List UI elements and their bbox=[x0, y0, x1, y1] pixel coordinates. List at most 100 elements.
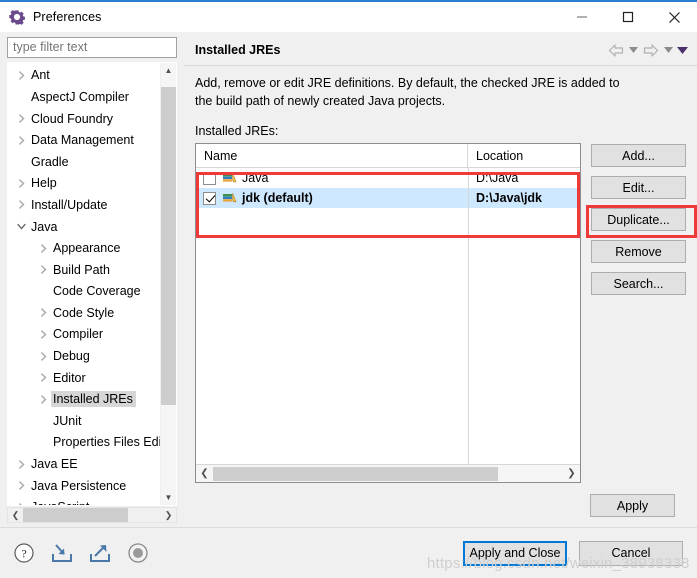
maximize-button[interactable] bbox=[605, 2, 651, 32]
sidebar-item-junit[interactable]: JUnit bbox=[8, 410, 160, 432]
sidebar-item-installed-jres[interactable]: Installed JREs bbox=[8, 388, 160, 410]
sidebar-item-label: AspectJ Compiler bbox=[31, 89, 129, 104]
apply-button[interactable]: Apply bbox=[590, 494, 675, 517]
jre-name-label: Java bbox=[242, 171, 269, 185]
sidebar-item-label: Build Path bbox=[53, 262, 110, 277]
table-row[interactable]: jdk (default) D:\Java\jdk bbox=[196, 188, 580, 208]
sidebar-item-code-coverage[interactable]: Code Coverage bbox=[8, 280, 160, 302]
preference-page: Installed JREs Add, remove or edit JRE d… bbox=[182, 32, 697, 527]
chevron-right-icon[interactable] bbox=[14, 179, 29, 188]
table-hscroll-left-icon[interactable]: ❮ bbox=[196, 466, 213, 482]
chevron-right-icon[interactable] bbox=[36, 265, 51, 274]
svg-text:?: ? bbox=[21, 547, 26, 561]
table-hscroll-track[interactable] bbox=[213, 466, 563, 482]
sidebar-item-compiler[interactable]: Compiler bbox=[8, 324, 160, 346]
sidebar-item-help[interactable]: Help bbox=[8, 173, 160, 195]
preferences-dialog: Preferences type filter text Ant AspectJ … bbox=[0, 0, 697, 578]
back-arrow-icon[interactable] bbox=[606, 40, 625, 60]
forward-history-chevron-down-icon[interactable] bbox=[662, 40, 674, 60]
search-button[interactable]: Search... bbox=[591, 272, 686, 295]
export-icon[interactable] bbox=[88, 541, 112, 565]
cell-location: D:\Java\jdk bbox=[476, 191, 543, 205]
jre-table: Name Location Java D:\Java jdk (default) D:… bbox=[195, 143, 581, 483]
page-title: Installed JREs bbox=[195, 43, 281, 57]
hscroll-left-icon[interactable]: ❮ bbox=[8, 508, 23, 522]
sidebar-hscroll-track[interactable] bbox=[23, 508, 161, 522]
chevron-right-icon[interactable] bbox=[14, 200, 29, 210]
page-header: Installed JREs bbox=[184, 35, 697, 66]
sidebar-horizontal-scrollbar[interactable]: ❮ ❯ bbox=[7, 507, 177, 523]
chevron-right-icon[interactable] bbox=[36, 243, 51, 253]
sidebar-item-ant[interactable]: Ant bbox=[8, 65, 160, 87]
add-button[interactable]: Add... bbox=[591, 144, 686, 167]
column-header-name[interactable]: Name bbox=[196, 144, 468, 167]
forward-arrow-icon[interactable] bbox=[641, 40, 660, 60]
sidebar-item-build-path[interactable]: Build Path bbox=[8, 259, 160, 281]
back-history-chevron-down-icon[interactable] bbox=[627, 40, 639, 60]
chevron-right-icon[interactable] bbox=[36, 308, 51, 318]
chevron-right-icon[interactable] bbox=[36, 395, 51, 404]
table-row[interactable]: Java D:\Java bbox=[196, 168, 580, 188]
sidebar-item-appearance[interactable]: Appearance bbox=[8, 237, 160, 259]
import-icon[interactable] bbox=[50, 541, 74, 565]
chevron-right-icon[interactable] bbox=[14, 459, 29, 469]
sidebar-hscroll-thumb[interactable] bbox=[23, 508, 128, 522]
sidebar-item-properties-files-edi[interactable]: Properties Files Edi bbox=[8, 432, 160, 454]
sidebar-item-java-persistence[interactable]: Java Persistence bbox=[8, 475, 160, 497]
preferences-sidebar: type filter text Ant AspectJ Compiler Clou… bbox=[0, 32, 182, 527]
chevron-right-icon[interactable] bbox=[14, 114, 29, 123]
jre-checkbox[interactable] bbox=[203, 191, 216, 205]
sidebar-item-javascript[interactable]: JavaScript bbox=[8, 496, 160, 505]
sidebar-item-install-update[interactable]: Install/Update bbox=[8, 194, 160, 216]
help-icon[interactable]: ? bbox=[12, 541, 36, 565]
table-hscroll-thumb[interactable] bbox=[213, 466, 498, 481]
sidebar-item-label: JUnit bbox=[53, 413, 82, 428]
chevron-right-icon[interactable] bbox=[36, 373, 51, 382]
table-header-row: Name Location bbox=[196, 144, 580, 168]
sidebar-item-cloud-foundry[interactable]: Cloud Foundry bbox=[8, 108, 160, 130]
page-navigation bbox=[606, 40, 697, 60]
close-button[interactable] bbox=[651, 2, 697, 32]
duplicate-button[interactable]: Duplicate... bbox=[591, 208, 686, 231]
scroll-up-icon[interactable]: ▲ bbox=[161, 63, 176, 79]
sidebar-item-debug[interactable]: Debug bbox=[8, 345, 160, 367]
chevron-down-icon[interactable] bbox=[14, 222, 29, 231]
chevron-right-icon[interactable] bbox=[36, 330, 51, 339]
sidebar-item-aspectj-compiler[interactable]: AspectJ Compiler bbox=[8, 86, 160, 108]
scroll-down-icon[interactable]: ▼ bbox=[161, 489, 176, 505]
sidebar-vertical-scrollbar[interactable]: ▲ ▼ bbox=[160, 62, 176, 505]
chevron-right-icon[interactable] bbox=[14, 71, 29, 80]
column-header-location[interactable]: Location bbox=[468, 144, 580, 167]
chevron-right-icon[interactable] bbox=[14, 481, 29, 490]
column-divider bbox=[468, 168, 469, 464]
search-input[interactable]: type filter text bbox=[7, 37, 177, 58]
sidebar-item-java[interactable]: Java bbox=[8, 216, 160, 238]
table-hscroll-right-icon[interactable]: ❯ bbox=[563, 466, 580, 482]
sidebar-item-label: JavaScript bbox=[29, 499, 92, 505]
sidebar-item-java-ee[interactable]: Java EE bbox=[8, 453, 160, 475]
remove-button[interactable]: Remove bbox=[591, 240, 686, 263]
sidebar-scroll-thumb[interactable] bbox=[161, 86, 176, 405]
jre-checkbox[interactable] bbox=[203, 171, 216, 185]
chevron-right-icon[interactable] bbox=[14, 503, 29, 505]
hscroll-right-icon[interactable]: ❯ bbox=[161, 508, 176, 522]
sidebar-item-gradle[interactable]: Gradle bbox=[8, 151, 160, 173]
page-description: Add, remove or edit JRE definitions. By … bbox=[195, 76, 620, 108]
sidebar-item-label: Properties Files Edi bbox=[53, 435, 160, 450]
sidebar-item-label: Appearance bbox=[53, 241, 121, 256]
table-horizontal-scrollbar[interactable]: ❮ ❯ bbox=[196, 464, 580, 482]
record-icon[interactable] bbox=[126, 541, 150, 565]
edit-button[interactable]: Edit... bbox=[591, 176, 686, 199]
sidebar-item-label: Cloud Foundry bbox=[31, 111, 113, 126]
sidebar-item-editor[interactable]: Editor bbox=[8, 367, 160, 389]
sidebar-scroll-track[interactable] bbox=[161, 79, 176, 489]
jre-icon bbox=[222, 191, 242, 205]
chevron-right-icon[interactable] bbox=[36, 351, 51, 361]
minimize-button[interactable] bbox=[559, 2, 605, 32]
sidebar-item-data-management[interactable]: Data Management bbox=[8, 129, 160, 151]
chevron-right-icon[interactable] bbox=[14, 135, 29, 145]
sidebar-item-code-style[interactable]: Code Style bbox=[8, 302, 160, 324]
apply-row: Apply bbox=[195, 483, 686, 527]
view-menu-icon[interactable] bbox=[676, 40, 688, 60]
sidebar-item-label: Ant bbox=[31, 68, 50, 83]
